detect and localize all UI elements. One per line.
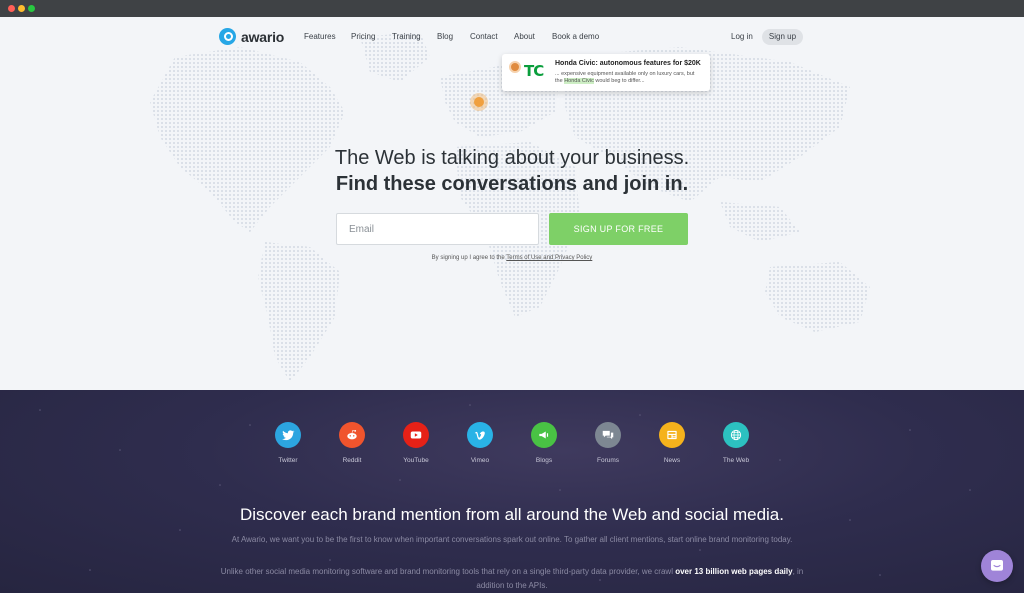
nav-link-features[interactable]: Features [304, 32, 336, 41]
awario-logo[interactable]: awario [219, 28, 284, 45]
signup-free-button[interactable]: SIGN UP FOR FREE [549, 213, 688, 245]
nav-link-blog[interactable]: Blog [437, 32, 453, 41]
snippet-highlight: Honda Civic [564, 78, 594, 84]
starfield-background [39, 404, 971, 581]
source-label: Twitter [278, 457, 298, 464]
terms-prefix: By signing up I agree to the [431, 255, 507, 261]
source-the-web[interactable]: The Web [706, 422, 766, 464]
hero-headline: The Web is talking about your business. [334, 147, 690, 169]
discover-paragraph-2: Unlike other social media monitoring sof… [220, 565, 804, 593]
email-input[interactable] [336, 213, 539, 245]
login-link[interactable]: Log in [731, 32, 753, 41]
newspaper-icon [659, 422, 685, 448]
source-reddit[interactable]: Reddit [322, 422, 382, 464]
megaphone-icon [531, 422, 557, 448]
signup-button[interactable]: Sign up [762, 29, 803, 45]
mention-snippet-line1: ... expensive equipment available only o… [555, 71, 695, 77]
source-twitter[interactable]: Twitter [258, 422, 318, 464]
discover-heading: Discover each brand mention from all aro… [240, 505, 784, 524]
source-label: Blogs [535, 457, 553, 464]
nav-link-book-demo[interactable]: Book a demo [552, 32, 599, 41]
sources-section: Twitter Reddit YouTube Vimeo Blogs Forum… [0, 390, 1024, 593]
nav-link-contact[interactable]: Contact [470, 32, 498, 41]
hero-section: awario Features Pricing Training Blog Co… [0, 17, 1024, 390]
snippet-prefix: the [555, 78, 565, 84]
live-chat-button[interactable] [981, 550, 1013, 582]
source-label: Reddit [342, 457, 362, 464]
nav-link-about[interactable]: About [514, 32, 535, 41]
snippet-suffix: would beg to differ... [593, 78, 645, 84]
reddit-icon [339, 422, 365, 448]
mention-source-badge [509, 61, 521, 73]
source-vimeo[interactable]: Vimeo [450, 422, 510, 464]
terms-notice: By signing up I agree to the Terms of Us… [0, 255, 1024, 261]
discover-paragraph-1: At Awario, we want you to be the first t… [231, 535, 793, 544]
source-label: Forums [596, 457, 620, 464]
p2-bold: over 13 billion web pages daily [675, 567, 793, 576]
youtube-icon [403, 422, 429, 448]
logo-text: awario [241, 28, 285, 45]
source-youtube[interactable]: YouTube [386, 422, 446, 464]
mention-title: Honda Civic: autonomous features for $20… [555, 60, 701, 67]
mention-snippet-line2: the Honda Civic would beg to differ... [555, 78, 645, 84]
terms-link[interactable]: Terms of Use and Privacy Policy [506, 255, 592, 261]
twitter-icon [275, 422, 301, 448]
source-forums[interactable]: Forums [578, 422, 638, 464]
chat-icon [991, 560, 1003, 571]
maximize-window-button[interactable] [28, 5, 35, 12]
window-titlebar [0, 0, 1024, 17]
p2-prefix: Unlike other social media monitoring sof… [220, 567, 676, 576]
vimeo-icon [467, 422, 493, 448]
top-navigation: awario Features Pricing Training Blog Co… [0, 17, 1024, 59]
source-news[interactable]: News [642, 422, 702, 464]
globe-icon [723, 422, 749, 448]
minimize-window-button[interactable] [18, 5, 25, 12]
close-window-button[interactable] [8, 5, 15, 12]
awario-logo-icon [219, 28, 236, 45]
source-label: News [663, 457, 681, 464]
source-label: The Web [722, 457, 750, 464]
chat-bubbles-icon [595, 422, 621, 448]
techcrunch-logo: TC [524, 62, 544, 80]
source-blogs[interactable]: Blogs [514, 422, 574, 464]
map-location-pin [470, 93, 488, 111]
nav-link-pricing[interactable]: Pricing [351, 32, 375, 41]
mention-card[interactable]: TC Honda Civic: autonomous features for … [502, 54, 710, 91]
hero-subheadline: Find these conversations and join in. [335, 173, 689, 195]
nav-link-training[interactable]: Training [392, 32, 421, 41]
source-label: Vimeo [470, 457, 490, 464]
source-label: YouTube [403, 457, 429, 464]
